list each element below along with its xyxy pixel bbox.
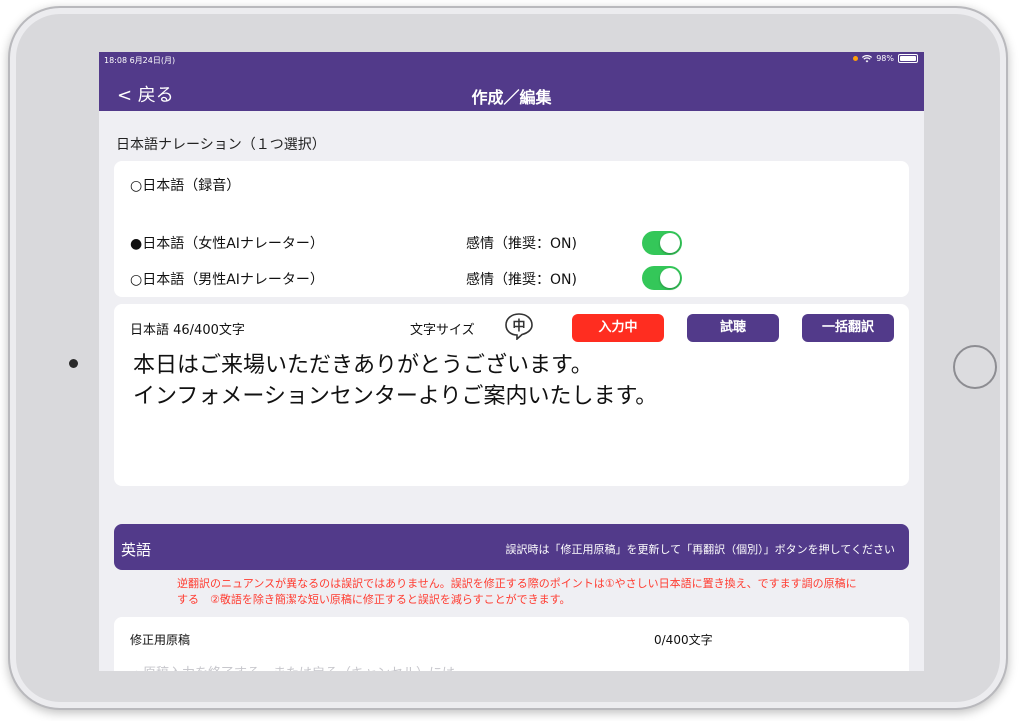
correction-draft-card: 修正用原稿 0/400文字 ・原稿入力を終了する、または戻る（キャンセル）には [114, 617, 909, 671]
emotion-label-female: 感情（推奨：ON) [466, 236, 577, 252]
translation-warning: 逆翻訳のニュアンスが異なるのは誤訳ではありません。誤訳を修正する際のポイントは①… [177, 577, 857, 606]
home-button[interactable] [953, 345, 997, 389]
battery-icon [898, 54, 918, 63]
app-screen: 18:08 6月24日(月) 98% < 戻る 作成／編集 日本語ナレーション（… [99, 52, 924, 671]
emotion-label-male: 感情（推奨：ON) [466, 272, 577, 288]
correction-draft-input[interactable]: ・原稿入力を終了する、または戻る（キャンセル）には [130, 662, 455, 671]
battery-percent: 98% [876, 54, 894, 63]
radio-male-ai[interactable]: ○日本語（男性AIナレーター） [130, 269, 324, 289]
emotion-toggle-female[interactable] [642, 231, 682, 255]
narration-options-card: ○日本語（録音） ●日本語（女性AIナレーター） 感情（推奨：ON) ○日本語（… [114, 161, 909, 297]
toggle-knob [660, 268, 680, 288]
font-size-speech-bubble-icon[interactable]: 中 [504, 312, 534, 340]
correction-char-count: 0/400文字 [654, 633, 713, 647]
input-status-button[interactable]: 入力中 [572, 314, 664, 342]
japanese-char-count: 日本語 46/400文字 [130, 323, 245, 338]
narration-section-label: 日本語ナレーション（１つ選択） [116, 137, 326, 153]
recording-indicator-icon [853, 56, 859, 61]
navigation-bar: 18:08 6月24日(月) 98% < 戻る 作成／編集 [99, 52, 924, 111]
font-size-value: 中 [512, 318, 525, 334]
japanese-text-card: 日本語 46/400文字 文字サイズ 中 入力中 試聴 一括翻訳 本日はご来場い… [114, 304, 909, 486]
listen-button[interactable]: 試聴 [687, 314, 779, 342]
status-time: 18:08 6月24日(月) [104, 56, 176, 65]
wifi-icon [862, 54, 873, 62]
emotion-toggle-male[interactable] [642, 266, 682, 290]
font-size-label: 文字サイズ [410, 323, 475, 338]
correction-draft-label: 修正用原稿 [130, 633, 191, 647]
toggle-knob [660, 233, 680, 253]
english-section-header: 英語 誤訳時は「修正用原稿」を更新して「再翻訳（個別）」ボタンを押してください [114, 524, 909, 570]
radio-recording[interactable]: ○日本語（録音） [130, 175, 240, 195]
status-indicators: 98% [853, 54, 918, 63]
page-title: 作成／編集 [471, 88, 552, 107]
batch-translate-button[interactable]: 一括翻訳 [802, 314, 894, 342]
japanese-text-area[interactable]: 本日はご来場いただきありがとうございます。 インフォメーションセンターよりご案内… [133, 350, 893, 412]
english-hint: 誤訳時は「修正用原稿」を更新して「再翻訳（個別）」ボタンを押してください [505, 543, 895, 556]
english-title: 英語 [121, 541, 152, 559]
radio-female-ai[interactable]: ●日本語（女性AIナレーター） [130, 233, 324, 253]
camera-icon [69, 359, 78, 368]
